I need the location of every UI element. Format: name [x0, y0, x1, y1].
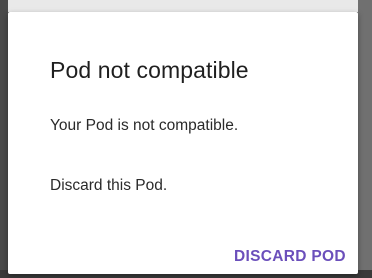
- dialog-message-line-2: Discard this Pod.: [50, 177, 168, 194]
- screen: Pod not compatible Your Pod is not compa…: [0, 0, 372, 278]
- discard-pod-button[interactable]: DISCARD POD: [234, 248, 346, 266]
- dialog-message-line-1: Your Pod is not compatible.: [50, 117, 239, 134]
- background-app-strip-right: [358, 0, 372, 278]
- alert-dialog: Pod not compatible Your Pod is not compa…: [8, 12, 358, 274]
- dialog-title: Pod not compatible: [50, 57, 249, 83]
- background-app-strip-top: [0, 0, 372, 12]
- background-app-strip-left: [0, 0, 8, 278]
